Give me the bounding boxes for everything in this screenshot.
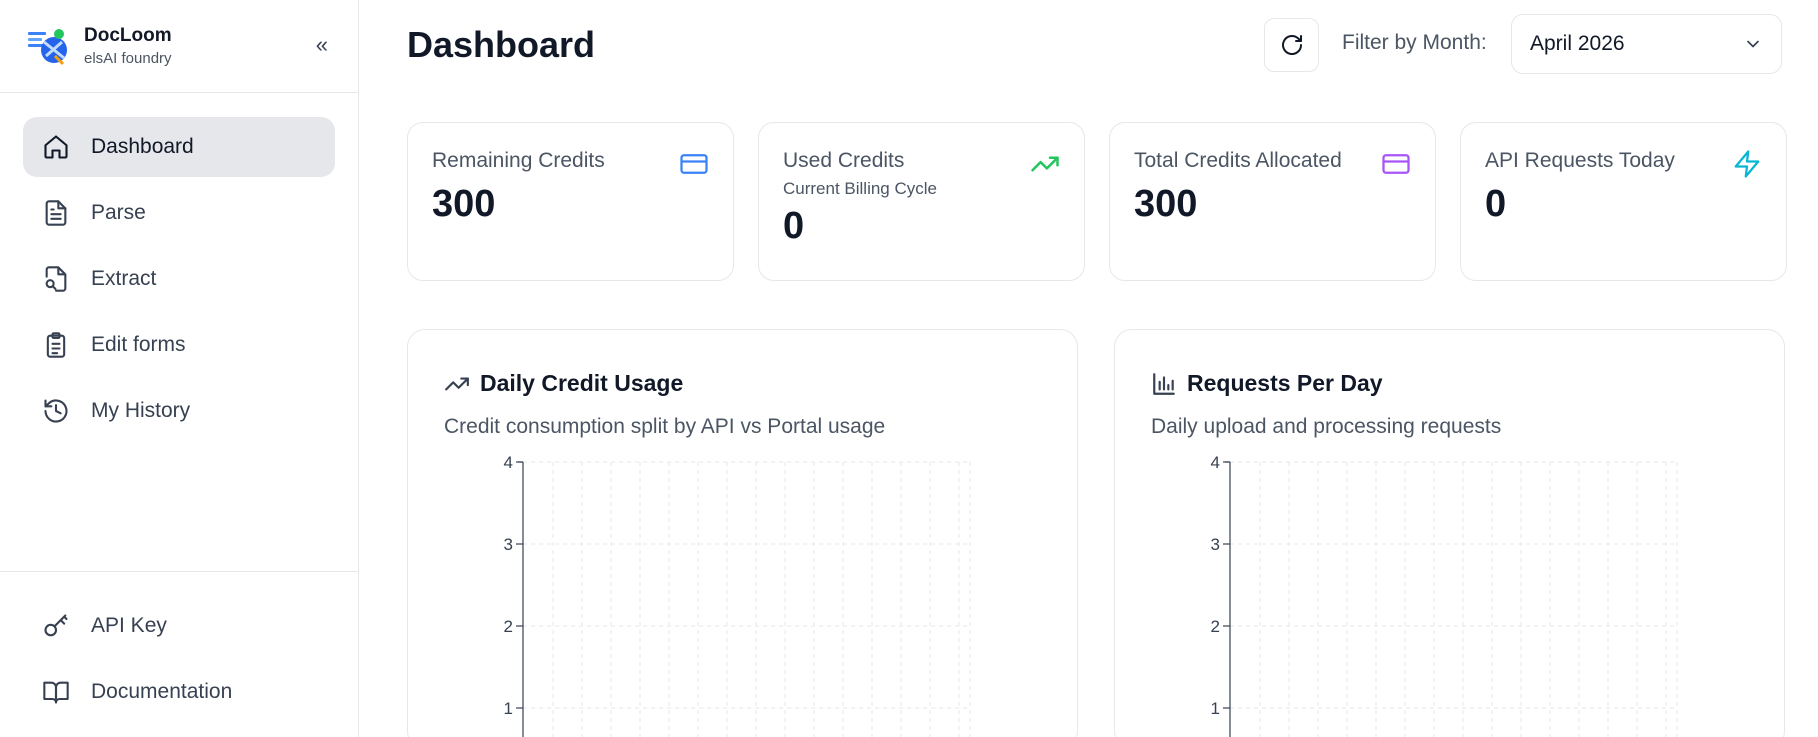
panel-header: Daily Credit Usage — [444, 370, 1041, 397]
docloom-logo-icon — [28, 29, 67, 66]
daily-credit-usage-panel: Daily Credit Usage Credit consumption sp… — [407, 329, 1078, 737]
card-title: API Requests Today — [1485, 149, 1675, 172]
panel-title: Requests Per Day — [1187, 370, 1383, 396]
api-requests-today-card: API Requests Today 0 — [1460, 122, 1787, 281]
month-select-value: April 2026 — [1530, 32, 1625, 55]
stats-cards: Remaining Credits 300 Used Credits Curre… — [407, 122, 1787, 281]
panel-description: Credit consumption split by API vs Porta… — [444, 415, 886, 438]
remaining-credits-card: Remaining Credits 300 — [407, 122, 734, 281]
sidebar-bottom-nav: API Key Documentation — [0, 571, 358, 737]
sidebar-item-edit-forms[interactable]: Edit forms — [23, 315, 335, 375]
y-tick-label: 2 — [1211, 617, 1220, 636]
book-icon — [41, 677, 71, 707]
daily-credit-usage-chart: 4 3 2 1 — [504, 455, 971, 737]
sidebar-item-documentation[interactable]: Documentation — [23, 662, 335, 722]
sidebar-item-label: Extract — [91, 267, 157, 290]
sidebar-item-label: API Key — [91, 614, 167, 637]
page-title: Dashboard — [407, 24, 596, 65]
y-tick-label: 2 — [504, 617, 513, 636]
refresh-icon — [1281, 35, 1302, 55]
panel-title: Daily Credit Usage — [480, 370, 684, 396]
chart-grid — [1230, 461, 1678, 737]
home-icon — [41, 132, 71, 162]
clipboard-icon — [41, 330, 71, 360]
sidebar-item-api-key[interactable]: API Key — [23, 596, 335, 656]
trending-up-icon — [445, 377, 469, 390]
brand-header: DocLoom elsAI foundry « — [0, 0, 358, 93]
card-value: 300 — [432, 183, 496, 225]
refresh-button[interactable] — [1264, 18, 1319, 72]
y-tick-label: 4 — [504, 455, 513, 472]
sidebar-item-label: Edit forms — [91, 333, 186, 356]
key-icon — [41, 611, 71, 641]
month-select[interactable]: April 2026 — [1511, 14, 1782, 74]
main-nav: Dashboard Parse Extract Edit forms My Hi… — [0, 93, 358, 571]
collapse-sidebar-button[interactable]: « — [316, 32, 328, 58]
card-value: 300 — [1134, 183, 1198, 225]
panel-header: Requests Per Day — [1151, 370, 1748, 397]
y-tick-label: 1 — [504, 699, 513, 718]
y-tick-label: 3 — [504, 535, 513, 554]
sidebar-item-label: Parse — [91, 201, 146, 224]
requests-per-day-chart: 4 3 2 1 — [1211, 455, 1678, 737]
brand-text: DocLoom elsAI foundry — [84, 25, 172, 67]
sidebar-item-label: Dashboard — [91, 135, 194, 158]
y-tick-label: 1 — [1211, 699, 1220, 718]
trending-up-icon — [1031, 156, 1059, 172]
sidebar-item-extract[interactable]: Extract — [23, 249, 335, 309]
filter-by-month-label: Filter by Month: — [1342, 31, 1487, 54]
total-credits-allocated-card: Total Credits Allocated 300 — [1109, 122, 1436, 281]
sidebar-item-label: Documentation — [91, 680, 233, 703]
file-text-icon — [41, 198, 71, 228]
card-title: Used Credits — [783, 149, 905, 172]
y-tick-label: 4 — [1211, 455, 1220, 472]
brand-name: DocLoom — [84, 25, 172, 46]
app-root: DocLoom elsAI foundry « Dashboard Parse — [0, 0, 1818, 737]
file-search-icon — [41, 264, 71, 294]
sidebar-item-label: My History — [91, 399, 191, 422]
chevron-down-icon — [1747, 40, 1759, 48]
used-credits-card: Used Credits Current Billing Cycle 0 — [758, 122, 1085, 281]
sidebar-item-dashboard[interactable]: Dashboard — [23, 117, 335, 177]
credit-card-icon — [1382, 154, 1410, 174]
main-content: Dashboard Filter by Month: April 2026 Re… — [359, 0, 1818, 737]
y-tick-label: 3 — [1211, 535, 1220, 554]
zap-icon — [1734, 150, 1760, 178]
sidebar-item-my-history[interactable]: My History — [23, 381, 335, 441]
card-value: 0 — [783, 205, 805, 247]
panel-description: Daily upload and processing requests — [1151, 415, 1502, 438]
card-value: 0 — [1485, 183, 1507, 225]
credit-card-icon — [680, 154, 708, 174]
brand-subtitle: elsAI foundry — [84, 50, 172, 67]
chart-grid — [523, 461, 971, 737]
history-icon — [41, 396, 71, 426]
requests-per-day-panel: Requests Per Day Daily upload and proces… — [1114, 329, 1785, 737]
card-title: Total Credits Allocated — [1134, 149, 1342, 172]
sidebar: DocLoom elsAI foundry « Dashboard Parse — [0, 0, 359, 737]
card-title: Remaining Credits — [432, 149, 605, 172]
card-subtitle: Current Billing Cycle — [783, 179, 937, 198]
bar-chart-icon — [1153, 372, 1175, 395]
sidebar-item-parse[interactable]: Parse — [23, 183, 335, 243]
